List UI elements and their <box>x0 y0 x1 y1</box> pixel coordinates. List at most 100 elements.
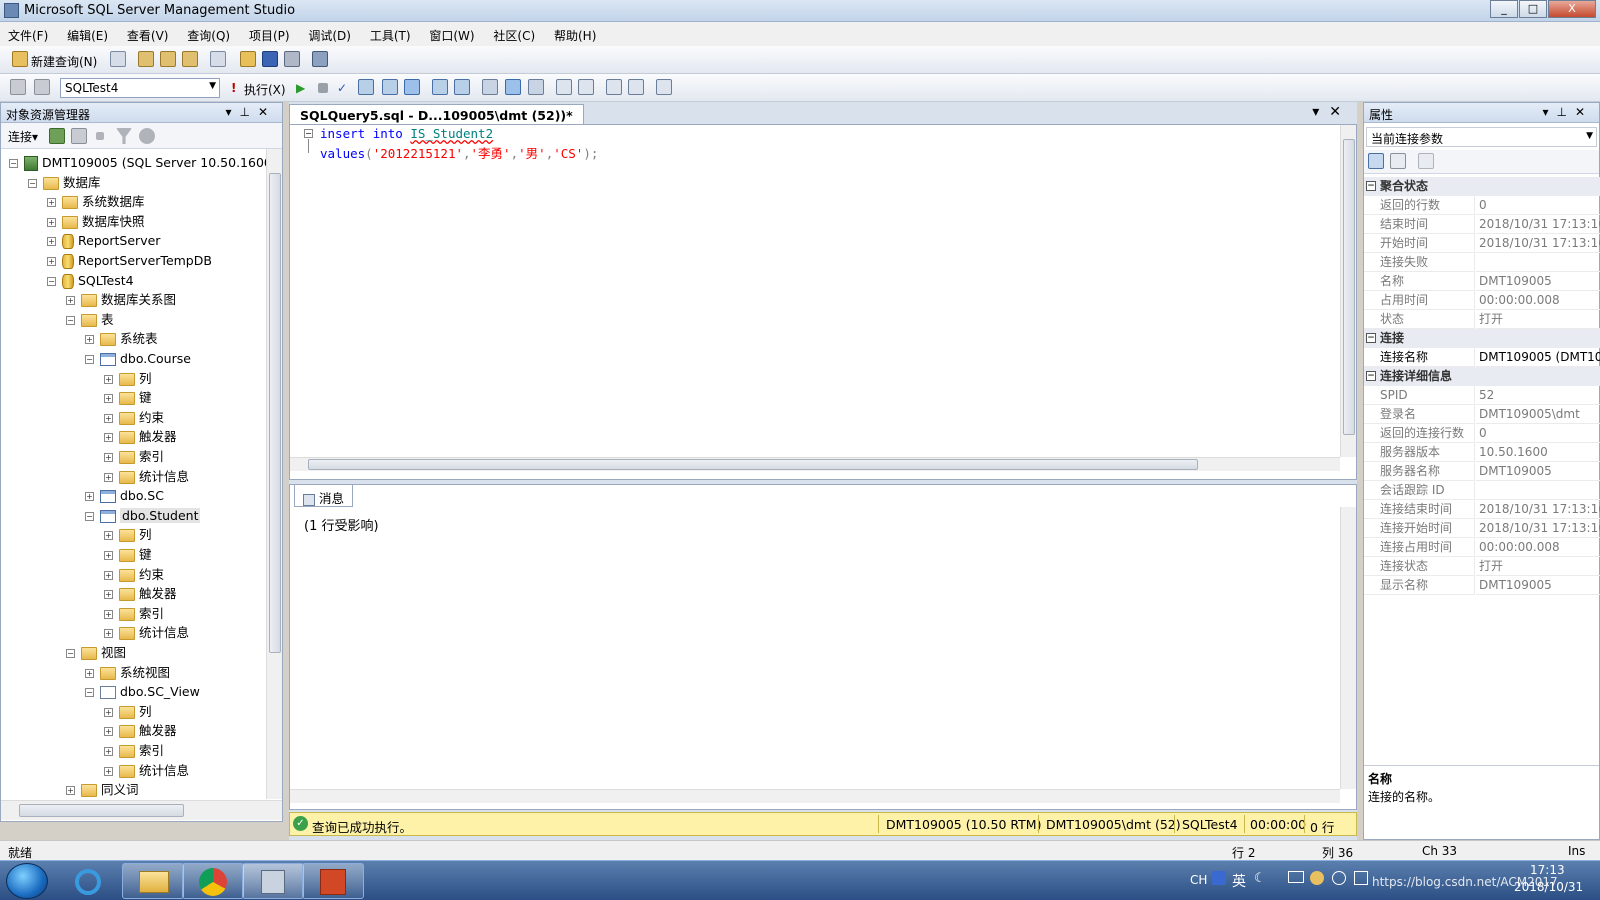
expand-icon[interactable]: + <box>104 472 113 482</box>
property-row[interactable]: 连接开始时间 2018/10/31 17:13:16 <box>1364 519 1600 538</box>
tree-node[interactable]: + 同义词 <box>66 780 139 799</box>
close-button[interactable]: X <box>1548 0 1596 18</box>
collapse-icon[interactable]: − <box>28 178 37 188</box>
property-row[interactable]: 服务器版本 10.50.1600 <box>1364 443 1600 462</box>
expand-icon[interactable]: + <box>104 453 113 462</box>
decrease-indent-icon[interactable] <box>606 79 622 95</box>
expand-icon[interactable]: + <box>47 237 56 247</box>
property-row[interactable]: 显示名称 DMT109005 <box>1364 576 1600 595</box>
expand-icon[interactable]: + <box>104 433 113 443</box>
property-row[interactable]: 会话跟踪 ID <box>1364 481 1600 500</box>
keyboard-icon[interactable] <box>1288 871 1304 883</box>
uncomment-icon[interactable] <box>578 79 594 95</box>
tree-node[interactable]: + 触发器 <box>104 721 177 741</box>
options-icon[interactable] <box>404 79 420 95</box>
tree-node[interactable]: + 数据库关系图 <box>66 290 176 310</box>
results-vscroll[interactable] <box>1340 507 1356 789</box>
tree-node[interactable]: + 约束 <box>104 408 164 428</box>
query-designer-icon[interactable] <box>382 79 398 95</box>
ime-icon[interactable] <box>1212 871 1226 885</box>
expand-icon[interactable]: + <box>104 590 113 600</box>
minimize-button[interactable]: _ <box>1490 0 1518 18</box>
editor-vscroll[interactable] <box>1340 125 1356 457</box>
property-category[interactable]: − 聚合状态 <box>1364 177 1600 196</box>
expand-icon[interactable]: + <box>47 257 56 266</box>
collapse-icon[interactable]: − <box>1366 371 1376 381</box>
tree-node[interactable]: + 触发器 <box>104 427 177 447</box>
tray-ime-mode[interactable]: 英 <box>1232 871 1246 891</box>
expand-icon[interactable]: + <box>66 296 75 306</box>
expand-icon[interactable]: + <box>104 727 113 737</box>
menu-debug[interactable]: 调试(D) <box>300 22 358 44</box>
collapse-icon[interactable]: − <box>85 688 94 698</box>
tree-node[interactable]: + 列 <box>104 702 152 722</box>
display-estimated-plan-icon[interactable] <box>358 79 374 95</box>
new-query-button[interactable]: 新建查询(N) <box>31 53 97 70</box>
tray-language[interactable]: CH <box>1190 873 1207 887</box>
save-all-icon[interactable] <box>284 51 300 67</box>
tree-node[interactable]: + 统计信息 <box>104 467 189 487</box>
expand-icon[interactable]: + <box>47 198 56 208</box>
property-row[interactable]: 占用时间 00:00:00.008 <box>1364 291 1600 310</box>
object-explorer-hscroll[interactable] <box>1 800 282 820</box>
clock-date[interactable]: 2018/10/31 <box>1514 880 1583 894</box>
tree-node[interactable]: − dbo.Course <box>85 349 191 369</box>
property-row[interactable]: 连接状态 打开 <box>1364 557 1600 576</box>
results-to-grid-icon[interactable] <box>505 79 521 95</box>
property-row[interactable]: SPID 52 <box>1364 386 1600 405</box>
tray-app-icon[interactable] <box>1354 871 1368 885</box>
categorized-icon[interactable] <box>1368 153 1384 169</box>
editor-hscroll[interactable] <box>290 457 1340 471</box>
property-row[interactable]: 连接结束时间 2018/10/31 17:13:16 <box>1364 500 1600 519</box>
property-row[interactable]: 服务器名称 DMT109005 <box>1364 462 1600 481</box>
connect-object-explorer-icon[interactable] <box>49 128 65 144</box>
change-connection-icon[interactable] <box>34 79 50 95</box>
tree-node[interactable]: + 数据库快照 <box>47 212 145 232</box>
tree-node[interactable]: − 数据库 <box>28 173 101 193</box>
collapse-icon[interactable]: − <box>85 511 94 521</box>
comment-out-icon[interactable] <box>556 79 572 95</box>
tree-node[interactable]: + 约束 <box>104 565 164 585</box>
expand-icon[interactable]: + <box>85 492 94 502</box>
expand-icon[interactable]: + <box>104 747 113 756</box>
tree-node[interactable]: + 触发器 <box>104 584 177 604</box>
expand-icon[interactable]: + <box>104 531 113 541</box>
maximize-button[interactable]: □ <box>1519 0 1547 18</box>
expand-icon[interactable]: + <box>47 217 56 227</box>
toolbar-overflow-icon[interactable] <box>334 51 344 67</box>
tree-node[interactable]: + 索引 <box>104 741 164 761</box>
property-row[interactable]: 返回的行数 0 <box>1364 196 1600 215</box>
property-pages-icon[interactable] <box>1418 153 1434 169</box>
expand-icon[interactable]: + <box>104 394 113 404</box>
expand-icon[interactable]: + <box>104 629 113 639</box>
tree-node[interactable]: + ReportServer <box>47 231 160 251</box>
tree-node[interactable]: − SQLTest4 <box>47 271 134 291</box>
tree-node[interactable]: + dbo.SC <box>85 486 164 506</box>
property-row[interactable]: 名称 DMT109005 <box>1364 272 1600 291</box>
tree-node[interactable]: − DMT109005 (SQL Server 10.50.1600 - <box>9 153 266 173</box>
collapse-icon[interactable]: − <box>1366 181 1376 191</box>
tray-app-icon[interactable] <box>1310 871 1324 885</box>
dmx-query-icon[interactable] <box>182 51 198 67</box>
expand-icon[interactable]: + <box>66 786 75 796</box>
document-dropdown-close-icons[interactable]: ▾✕ <box>1312 104 1351 120</box>
menu-edit[interactable]: 编辑(E) <box>59 22 115 44</box>
collapse-icon[interactable]: − <box>47 276 56 286</box>
menu-view[interactable]: 查看(V) <box>119 22 176 44</box>
menu-file[interactable]: 文件(F) <box>0 22 55 44</box>
expand-icon[interactable]: + <box>85 335 94 345</box>
cancel-query-icon[interactable] <box>318 83 328 93</box>
expand-icon[interactable]: + <box>104 609 113 619</box>
database-engine-query-icon[interactable] <box>138 51 154 67</box>
property-row[interactable]: 登录名 DMT109005\dmt <box>1364 405 1600 424</box>
menu-project[interactable]: 项目(P) <box>241 22 297 44</box>
connect-icon[interactable] <box>10 79 26 95</box>
collapse-icon[interactable]: − <box>1366 333 1376 343</box>
available-databases-combo[interactable]: SQLTest4 ▼ <box>60 78 220 98</box>
tree-node[interactable]: + ReportServerTempDB <box>47 251 212 271</box>
save-icon[interactable] <box>262 51 278 67</box>
expand-icon[interactable]: + <box>104 413 113 423</box>
powerpoint-taskbar-button[interactable] <box>302 863 364 899</box>
menu-community[interactable]: 社区(C) <box>485 22 542 44</box>
properties-object-combo[interactable]: 当前连接参数 ▼ <box>1366 127 1597 147</box>
